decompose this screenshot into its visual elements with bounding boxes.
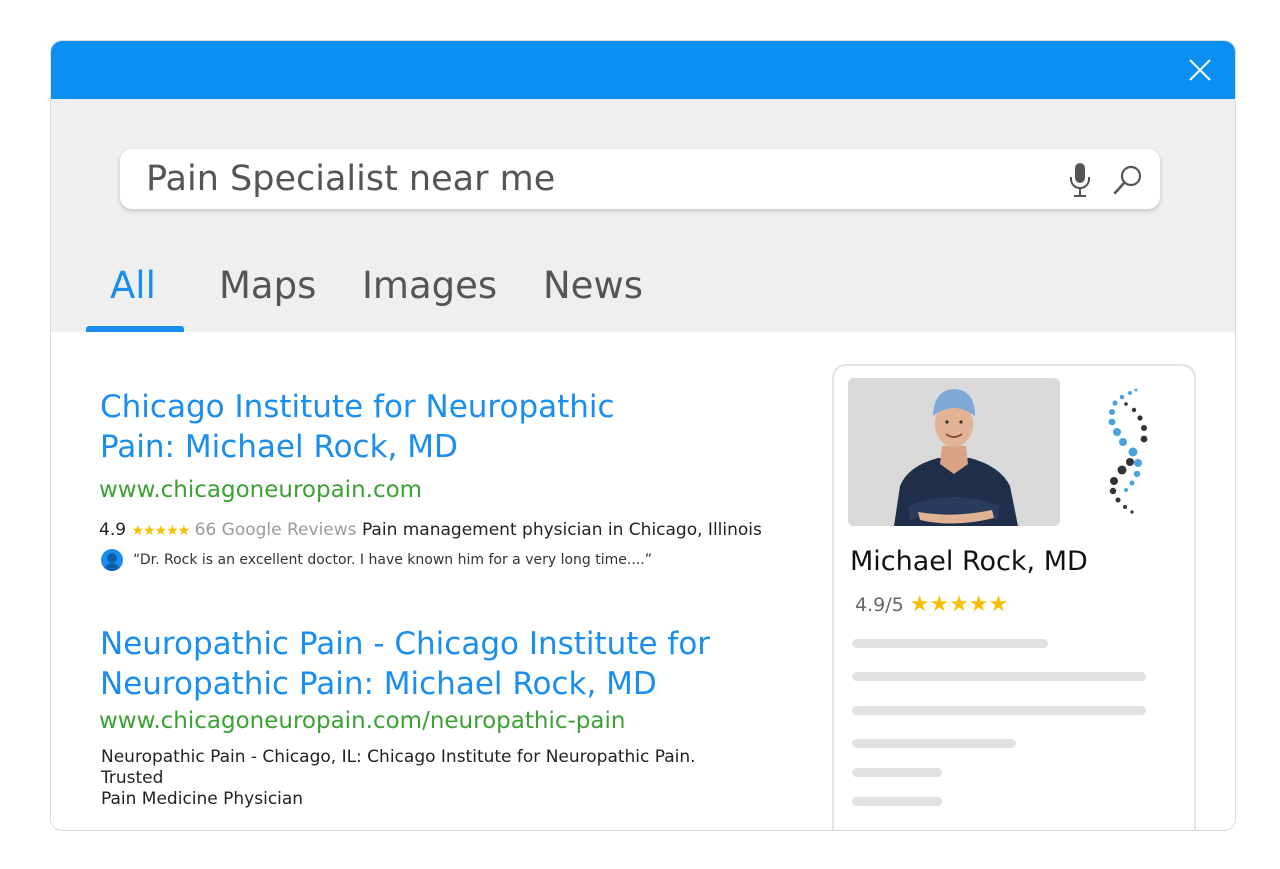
- placeholder-line: [852, 739, 1016, 748]
- tab-images[interactable]: Images: [362, 264, 497, 307]
- review-count[interactable]: 66 Google Reviews: [195, 520, 357, 540]
- doctor-name: Michael Rock, MD: [850, 546, 1088, 577]
- rating-stars: ★★★★★: [131, 523, 190, 539]
- active-tab-indicator: [86, 326, 184, 332]
- avatar-icon: [101, 549, 123, 571]
- review-quote: “Dr. Rock is an excellent doctor. I have…: [133, 552, 652, 568]
- snippet-line: Neuropathic Pain - Chicago, IL: Chicago …: [101, 747, 696, 788]
- review-snippet: “Dr. Rock is an excellent doctor. I have…: [101, 549, 652, 571]
- result-title-link[interactable]: Neuropathic Pain - Chicago Institute for…: [100, 624, 710, 704]
- rating-stars: ★★★★★: [909, 592, 1009, 617]
- result-title-line[interactable]: Neuropathic Pain - Chicago Institute for: [100, 626, 710, 662]
- result-title-line[interactable]: Pain: Michael Rock, MD: [100, 429, 458, 465]
- search-box: [120, 149, 1160, 209]
- placeholder-line: [852, 797, 942, 806]
- result-title-line[interactable]: Chicago Institute for Neuropathic: [100, 389, 615, 425]
- microphone-icon[interactable]: [1066, 162, 1094, 198]
- doctor-rating: 4.9/5 ★★★★★: [855, 592, 1008, 617]
- result-title-line[interactable]: Neuropathic Pain: Michael Rock, MD: [100, 666, 657, 702]
- business-category: Pain management physician in Chicago, Il…: [361, 520, 762, 540]
- result-url[interactable]: www.chicagoneuropain.com/neuropathic-pai…: [99, 708, 625, 734]
- rating-score: 4.9/5: [855, 594, 904, 616]
- search-icon[interactable]: [1112, 163, 1144, 197]
- tab-maps[interactable]: Maps: [219, 264, 316, 307]
- doctor-photo[interactable]: [848, 378, 1060, 526]
- logo-icon: [1108, 388, 1148, 514]
- placeholder-line: [852, 768, 942, 777]
- placeholder-line: [852, 706, 1146, 715]
- rating-line: 4.9 ★★★★★ 66 Google Reviews Pain managem…: [99, 520, 762, 540]
- placeholder-line: [852, 639, 1048, 648]
- knowledge-panel: Michael Rock, MD 4.9/5 ★★★★★: [832, 364, 1196, 830]
- result-url[interactable]: www.chicagoneuropain.com: [99, 477, 422, 503]
- rating-value: 4.9: [99, 520, 127, 540]
- doctor-illustration: [848, 378, 1060, 526]
- search-input[interactable]: [146, 149, 1026, 209]
- snippet-line: Pain Medicine Physician: [101, 789, 304, 809]
- result-title-link[interactable]: Chicago Institute for Neuropathic Pain: …: [100, 387, 615, 467]
- close-icon[interactable]: [1187, 57, 1213, 83]
- browser-window: All Maps Images News Chicago Institute f…: [50, 40, 1236, 831]
- title-bar: [51, 41, 1235, 99]
- tab-all[interactable]: All: [110, 264, 156, 307]
- placeholder-line: [852, 672, 1146, 681]
- search-header: All Maps Images News: [51, 99, 1235, 332]
- result-snippet: Neuropathic Pain - Chicago, IL: Chicago …: [101, 747, 741, 810]
- tab-news[interactable]: News: [543, 264, 643, 307]
